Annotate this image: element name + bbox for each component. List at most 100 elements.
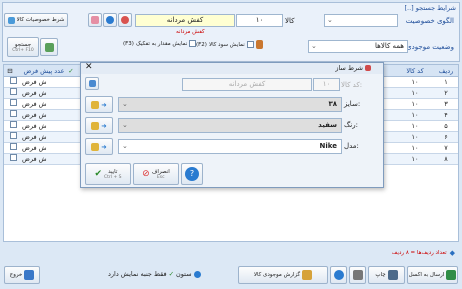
code-label: کالا [285,17,295,25]
header-item-code[interactable]: کد کالا [397,65,433,76]
dialog-close-icon[interactable]: ✕ [85,62,93,72]
item-code-cell: ۱۰ [411,155,419,163]
pattern-label: الگوی خصوصیت [405,17,454,25]
stock-status-select[interactable]: همه کالاها ⌄ [308,40,408,53]
row-checkbox[interactable] [6,110,20,121]
link-icon [91,121,100,130]
header-default-number[interactable]: عدد پیش فرض [22,65,66,76]
row-checkbox[interactable] [6,121,20,132]
cancel-icon: ⊘ [142,169,150,179]
stock-report-button[interactable]: گزارش موجودی کالا [238,266,328,284]
exit-button[interactable]: خروج [4,266,40,284]
help-button[interactable]: ? [181,163,203,185]
calculator-icon [352,270,363,280]
header-row-number[interactable]: ردیف [434,65,458,76]
code-field[interactable]: ۱۰ [236,14,283,27]
diamond-icon: ◆ [449,249,455,257]
default-number-cell: ش فرض [22,122,47,130]
eraser-icon [91,16,99,24]
condition-value-field[interactable]: ۳۸ ⌄ [118,97,342,112]
dialog-code-field: ۱۰ [313,78,340,91]
search-button[interactable]: جستجو Ctrl+ F10 [7,37,39,57]
arrow-icon: ➜ [101,142,107,151]
export-icon [44,42,54,52]
refresh-icon [121,16,129,24]
info-button[interactable] [103,13,117,27]
default-number-cell: ش فرض [22,133,47,141]
item-code-cell: ۱۰ [411,133,419,141]
arrow-icon: ➜ [101,121,107,130]
condition-value-field[interactable]: سفید ⌄ [118,118,342,133]
excel-icon [446,270,457,280]
collapse-icon[interactable]: ⊟ [6,65,14,76]
row-number-cell: ۱ [444,78,448,86]
condition-builder-dialog: شرط ساز ✕ کد کالا: ۱۰ کفش مردانه سایز: ۳۸… [80,62,384,188]
row-checkbox[interactable] [6,154,20,165]
profit-icon [255,40,263,49]
cancel-button[interactable]: ⊘ انصراف Esc [133,163,179,185]
default-number-cell: ش فرض [22,100,47,108]
dialog-name-field: کفش مردانه [182,78,312,91]
show-profit-option[interactable]: (F2) نمایش سود کالا [196,40,263,49]
default-number-cell: ش فرض [22,144,47,152]
default-number-cell: ش فرض [22,78,47,86]
link-icon [91,100,100,109]
columns-link[interactable]: ✓ ستون [169,270,201,278]
condition-link-button[interactable]: ➜ [85,138,113,155]
dialog-title: شرط ساز [335,64,363,72]
calculator-button[interactable] [349,266,366,284]
search-panel [2,2,460,62]
condition-value: سفید [318,121,337,129]
info-icon [193,270,201,278]
condition-link-button[interactable]: ➜ [85,96,113,113]
condition-value: ۳۸ [328,100,337,108]
item-code-cell: ۱۰ [411,89,419,97]
default-number-cell: ش فرض [22,155,47,163]
pattern-condition-button[interactable]: شرط خصوصیات کالا [4,13,68,27]
row-checkbox[interactable] [6,132,20,143]
refresh-button[interactable] [118,13,132,27]
row-checkbox[interactable] [6,77,20,88]
condition-link-button[interactable]: ➜ [85,117,113,134]
row-checkbox[interactable] [6,143,20,154]
condition-value: Nike [319,142,337,150]
toolbar-help-button[interactable] [330,266,347,284]
chevron-down-icon: ⌄ [122,121,128,129]
separate-qty-checkbox[interactable] [189,40,197,47]
row-checkbox[interactable] [6,99,20,110]
clear-button[interactable] [88,13,102,27]
chevron-down-icon: ⌄ [122,100,128,108]
show-profit-checkbox[interactable] [246,41,254,48]
export-button[interactable] [40,38,58,56]
row-number-cell: ۴ [444,111,448,119]
default-number-cell: ش فرض [22,89,47,97]
item-code-cell: ۱۰ [411,111,419,119]
dialog-app-icon [365,65,371,71]
subtitle-text: کفش مردانه [176,29,205,35]
condition-label: مدل: [344,142,359,150]
name-value: کفش مردانه [166,16,204,24]
chevron-down-icon: ⌄ [122,142,128,150]
send-to-excel-button[interactable]: ارسال به اکسل [407,266,458,284]
name-field[interactable]: کفش مردانه [135,14,235,27]
filter-icon [7,16,15,24]
printer-icon [387,270,398,280]
confirm-button[interactable]: ✔ تایید Ctrl + S [85,163,131,185]
summary-bar: تعداد ردیف‌ها = ۸ ردیف ◆ [3,246,459,260]
arrow-icon: ➜ [101,100,107,109]
search-section-title: [..] شرایط جستجو [404,4,457,12]
pattern-select[interactable]: ⌄ [324,14,398,27]
row-number-cell: ۶ [444,133,448,141]
row-number-cell: ۷ [444,144,448,152]
dialog-link-button[interactable] [85,77,99,90]
row-number-cell: ۳ [444,100,448,108]
check-icon: ✓ [168,270,175,278]
condition-value-field[interactable]: Nike ⌄ [118,139,342,154]
code-value: ۱۰ [255,16,264,24]
row-number-cell: ۸ [444,155,448,163]
print-button[interactable]: چاپ [368,266,405,284]
row-checkbox[interactable] [6,88,20,99]
checkmark-header-icon: ✓ [68,67,74,75]
default-number-cell: ش فرض [22,111,47,119]
separate-qty-option[interactable]: (F3) نمایش مقدار به تفکیک [123,40,197,47]
